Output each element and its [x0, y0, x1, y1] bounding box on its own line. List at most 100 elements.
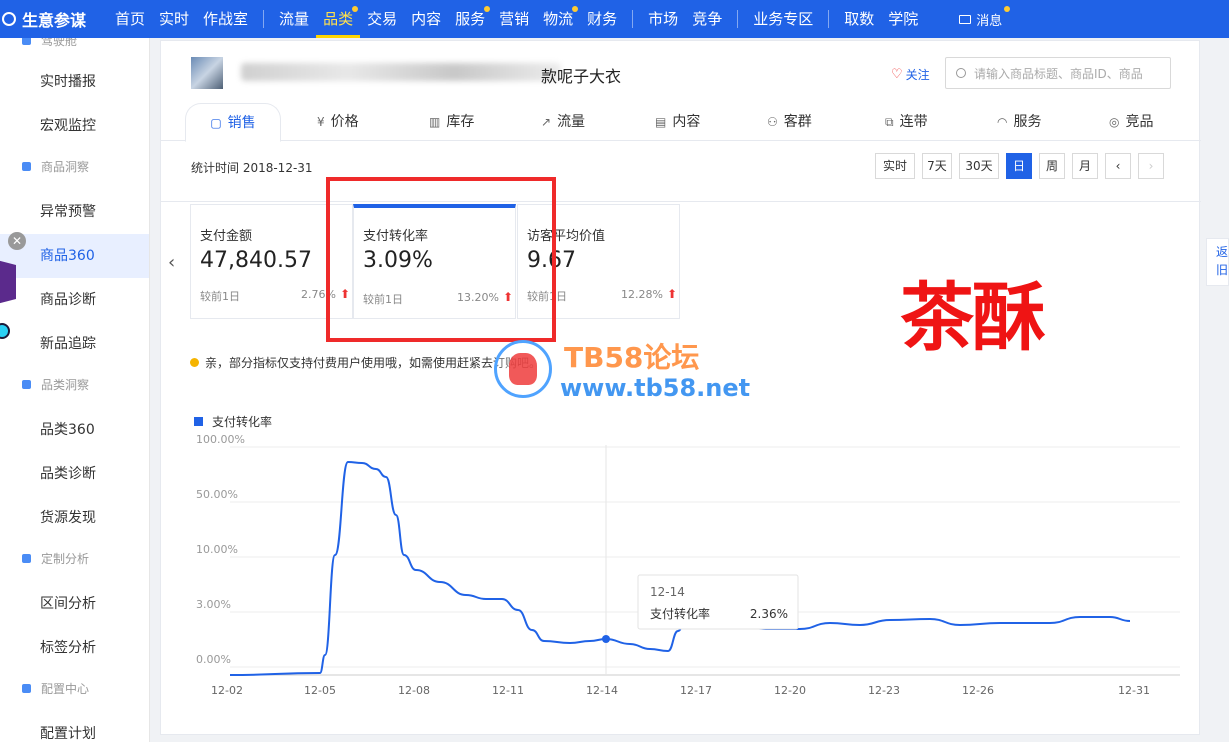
period-button[interactable]: 实时: [875, 153, 915, 179]
follow-button[interactable]: ♡ 关注: [891, 66, 930, 83]
period-button[interactable]: 日: [1006, 153, 1032, 179]
tab-label: 竞品: [1125, 114, 1154, 130]
messages-button[interactable]: 消息: [959, 5, 1011, 29]
x-tick-label: 12-17: [680, 684, 712, 697]
nav-item[interactable]: 流量: [272, 0, 316, 38]
sidebar-section[interactable]: 品类洞察: [22, 376, 89, 393]
sidebar-section-label: 配置中心: [41, 682, 90, 696]
sidebar-item[interactable]: 标签分析: [0, 626, 149, 670]
tab-3[interactable]: ↗ 流量: [541, 103, 585, 141]
x-tick-label: 12-20: [774, 684, 806, 697]
nav-item[interactable]: 品类: [316, 0, 361, 38]
kpi-compare: 较前1日 2.76% ⬆: [200, 287, 350, 304]
nav-item-label: 学院: [888, 10, 919, 28]
sidebar-item[interactable]: 新品追踪: [0, 322, 149, 366]
sidebar-item[interactable]: 区间分析: [0, 582, 149, 626]
nav-item[interactable]: 市场: [641, 0, 685, 38]
x-tick-label: 12-11: [492, 684, 524, 697]
tab-8[interactable]: ◎ 竞品: [1109, 103, 1153, 141]
sidebar-section-cockpit[interactable]: 驾驶舱: [22, 38, 77, 49]
nav-item-label: 首页: [115, 10, 146, 28]
nav-item[interactable]: 竞争: [685, 0, 729, 38]
sidebar-item[interactable]: 宏观监控: [0, 104, 149, 148]
sidebar-item[interactable]: 货源发现: [0, 496, 149, 540]
hover-point: [602, 635, 610, 643]
product-thumbnail[interactable]: [191, 57, 223, 89]
sidebar-section[interactable]: 商品洞察: [22, 158, 89, 175]
x-tick-label: 12-31: [1118, 684, 1150, 697]
sidebar-item[interactable]: 品类360: [0, 408, 149, 452]
close-icon[interactable]: ✕: [8, 232, 26, 250]
sidebar-section[interactable]: 定制分析: [22, 550, 89, 567]
nav-group-tools: 取数 学院: [837, 0, 925, 38]
nav-item[interactable]: 作战室: [196, 0, 255, 38]
nav-divider: [828, 10, 830, 28]
tab-5[interactable]: ⚇ 客群: [767, 103, 812, 141]
sidebar-item[interactable]: 品类诊断: [0, 452, 149, 496]
nav-item[interactable]: 学院: [881, 0, 925, 38]
period-button[interactable]: ›: [1138, 153, 1164, 179]
nav-item[interactable]: 物流: [536, 0, 580, 38]
x-tick-label: 12-02: [211, 684, 243, 697]
nav-item[interactable]: 取数: [837, 0, 881, 38]
tab-label: 客群: [783, 114, 812, 130]
y-tick-label: 0.00%: [196, 653, 231, 666]
product-title: 款呢子大衣: [541, 67, 622, 86]
sidebar-section-label: 定制分析: [41, 552, 90, 566]
nav-item-label: 财务: [587, 10, 618, 28]
top-nav: 生意参谋 首页 实时 作战室 流量 品类 交易 内容 服务 营销 物流 财务 市场 竞争 业务专区 …: [0, 0, 1229, 38]
period-button[interactable]: 月: [1072, 153, 1098, 179]
sidebar-item[interactable]: 异常预警: [0, 190, 149, 234]
kpi-compare-label: 较前1日: [200, 290, 240, 303]
sidebar-item[interactable]: 商品诊断: [0, 278, 149, 322]
heart-icon: ♡: [891, 67, 903, 82]
conversion-rate-chart: 支付转化率 100.00% 50.00% 10.00% 3.00% 0.00% 12-02 1…: [194, 414, 1180, 697]
nav-item[interactable]: 服务: [448, 0, 492, 38]
sidebar-section[interactable]: 配置中心: [22, 680, 89, 697]
nav-item[interactable]: 内容: [404, 0, 448, 38]
period-button[interactable]: 30天: [959, 153, 999, 179]
legend-swatch: [194, 417, 203, 426]
nav-divider: [632, 10, 634, 28]
section-icon: [22, 162, 31, 171]
period-button[interactable]: 周: [1039, 153, 1065, 179]
sidebar-item[interactable]: 配置计划: [0, 712, 149, 742]
sidebar-item[interactable]: 实时播报: [0, 60, 149, 104]
nav-item-label: 作战室: [203, 10, 249, 28]
y-tick-label: 3.00%: [196, 598, 231, 611]
nav-item[interactable]: 交易: [360, 0, 404, 38]
messages-label: 消息: [976, 13, 1003, 29]
tab-2[interactable]: ▥ 库存: [429, 103, 474, 141]
legend-label: 支付转化率: [212, 414, 272, 429]
search-input[interactable]: 请输入商品标题、商品ID、商品: [945, 57, 1171, 89]
tab-6[interactable]: ⧉ 连带: [885, 103, 928, 141]
nav-group-main: 首页 实时 作战室: [108, 0, 255, 38]
tab-0[interactable]: ▢ 销售: [185, 103, 281, 142]
nav-item-label: 流量: [279, 10, 310, 28]
kpi-compare-pct: 12.28%: [621, 288, 663, 301]
x-tick-label: 12-23: [868, 684, 900, 697]
y-tick-label: 10.00%: [196, 543, 238, 556]
period-button[interactable]: 7天: [922, 153, 952, 179]
tab-label: 价格: [330, 114, 359, 130]
nav-item-label: 业务专区: [753, 10, 814, 28]
section-icon: [22, 380, 31, 389]
trend-icon: ↗: [541, 115, 552, 129]
tab-7[interactable]: ◠ 服务: [997, 103, 1041, 141]
nav-item[interactable]: 营销: [492, 0, 536, 38]
kpi-prev-arrow[interactable]: ‹: [168, 252, 175, 273]
return-old-version-button[interactable]: 返 旧: [1206, 238, 1229, 286]
nav-item[interactable]: 实时: [152, 0, 196, 38]
logo[interactable]: 生意参谋: [0, 7, 108, 31]
tab-label: 内容: [672, 114, 701, 130]
search-placeholder: 请输入商品标题、商品ID、商品: [974, 66, 1143, 81]
yen-icon: ¥: [317, 115, 325, 129]
nav-item[interactable]: 财务: [580, 0, 624, 38]
tab-1[interactable]: ¥ 价格: [317, 103, 359, 141]
period-button[interactable]: ‹: [1105, 153, 1131, 179]
nav-item[interactable]: 业务专区: [746, 0, 820, 38]
nav-item[interactable]: 首页: [108, 0, 152, 38]
notification-dot: [352, 6, 359, 12]
analysis-tabs: ▢ 销售 ¥ 价格 ▥ 库存 ↗ 流量 ▤ 内容 ⚇ 客群 ⧉ 连带 ◠ 服务 ◎ 竞品: [161, 103, 1201, 142]
tab-4[interactable]: ▤ 内容: [655, 103, 700, 141]
